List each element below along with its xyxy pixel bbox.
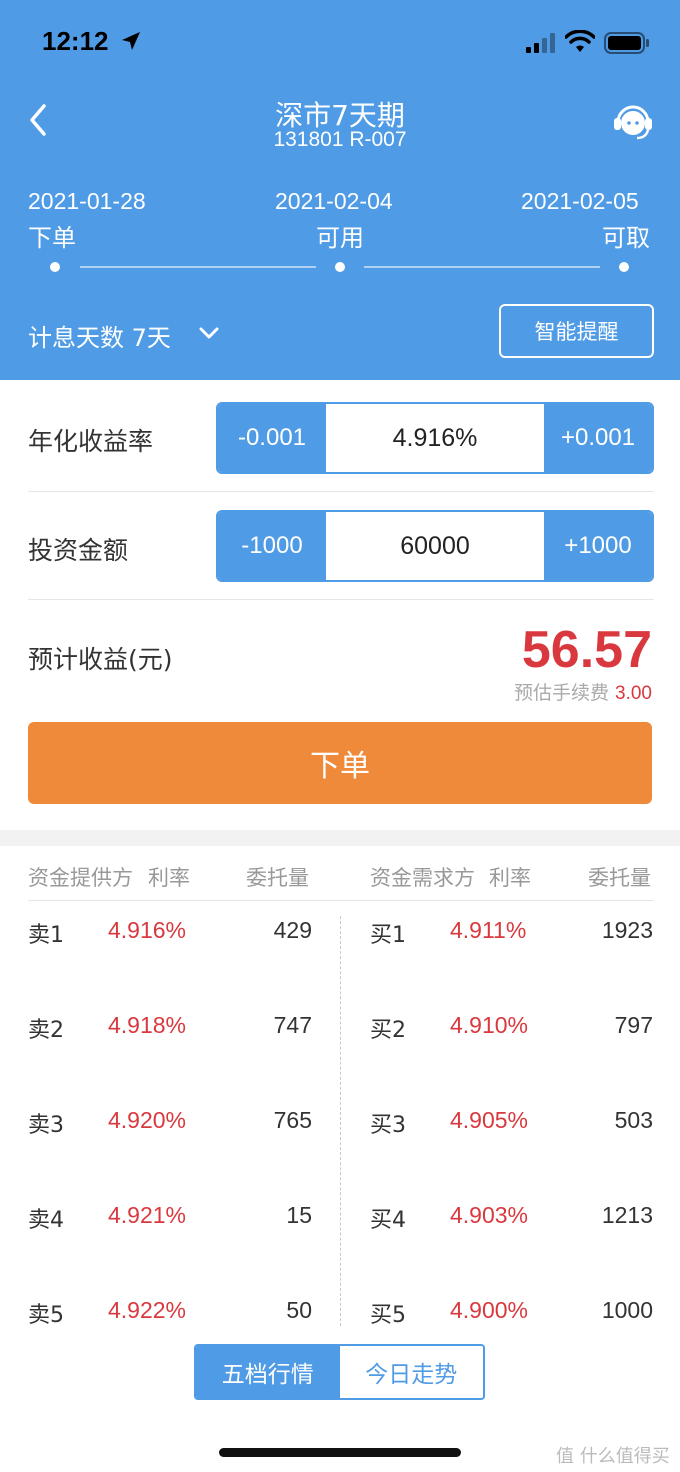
amount-input[interactable]: 60000 xyxy=(326,512,544,580)
status-time: 12:12 xyxy=(42,26,109,56)
smart-reminder-button[interactable]: 智能提醒 xyxy=(499,304,654,358)
sell-rate: 4.916% xyxy=(108,917,187,943)
timeline-date-withdraw: 2021-02-05 xyxy=(521,188,639,214)
sell-rate: 4.921% xyxy=(108,1202,187,1228)
sell-qty: 429 xyxy=(273,917,312,943)
buy-rate: 4.903% xyxy=(450,1202,529,1228)
sell-level-label: 卖5 xyxy=(28,1303,64,1328)
amount-decrease-button[interactable]: -1000 xyxy=(218,512,326,580)
timeline-line xyxy=(80,266,316,268)
battery-icon xyxy=(604,32,649,54)
sell-rate: 4.918% xyxy=(108,1012,187,1038)
amount-increase-button[interactable]: +1000 xyxy=(544,512,652,580)
buy-qty: 797 xyxy=(614,1012,653,1038)
view-switcher: 五档行情 今日走势 xyxy=(194,1344,485,1400)
timeline-dot xyxy=(335,262,345,272)
buy-level-label: 买5 xyxy=(370,1303,406,1328)
sell-level-label: 卖3 xyxy=(28,1113,64,1138)
timeline-date-available: 2021-02-04 xyxy=(275,188,393,214)
book-head-demander-rate: 利率 xyxy=(489,866,531,890)
page-subtitle: 131801 R-007 xyxy=(273,128,407,151)
rate-increase-button[interactable]: +0.001 xyxy=(544,404,652,472)
estimated-fee: 预估手续费 3.00 xyxy=(514,678,652,705)
customer-service-icon[interactable] xyxy=(610,98,656,144)
amount-stepper: -1000 60000 +1000 xyxy=(216,510,654,582)
cellular-signal-icon xyxy=(526,33,555,53)
buy-rate: 4.910% xyxy=(450,1012,529,1038)
expected-profit-value: 56.57 xyxy=(521,621,652,679)
timeline-dot xyxy=(50,262,60,272)
watermark: 值 什么值得买 xyxy=(556,1446,670,1467)
timeline-label-withdraw: 可取 xyxy=(602,224,650,252)
timeline-label-available: 可用 xyxy=(316,224,364,252)
section-separator xyxy=(0,830,680,846)
header: 12:12 深市7天期 131801 R-007 2021-01-28 下单 2… xyxy=(0,0,680,380)
book-head-demander-qty: 委托量 xyxy=(588,866,651,890)
sell-level-label: 卖2 xyxy=(28,1018,64,1043)
book-head-provider-rate: 利率 xyxy=(148,866,190,890)
buy-qty: 1000 xyxy=(601,1297,653,1323)
sell-level-label: 卖4 xyxy=(28,1208,64,1233)
place-order-button[interactable]: 下单 xyxy=(28,722,652,804)
sell-level-label: 卖1 xyxy=(28,923,64,948)
fee-label: 预估手续费 xyxy=(513,682,609,704)
tab-five-levels[interactable]: 五档行情 xyxy=(196,1346,340,1398)
buy-level-label: 买2 xyxy=(370,1018,406,1043)
book-head-provider-qty: 委托量 xyxy=(246,866,309,890)
expected-profit-label: 预计收益(元) xyxy=(28,645,173,674)
timeline-date-order: 2021-01-28 xyxy=(28,188,146,214)
home-indicator[interactable] xyxy=(219,1448,461,1457)
sell-rate: 4.922% xyxy=(108,1297,187,1323)
sell-rate: 4.920% xyxy=(108,1107,187,1133)
timeline-dot xyxy=(619,262,629,272)
buy-qty: 1923 xyxy=(601,917,653,943)
interest-days-selector[interactable]: 计息天数 7天 xyxy=(28,318,171,353)
tab-today-trend[interactable]: 今日走势 xyxy=(339,1346,483,1398)
buy-rate: 4.905% xyxy=(450,1107,529,1133)
sell-qty: 747 xyxy=(273,1012,312,1038)
order-book-separator xyxy=(340,916,341,1326)
buy-qty: 1213 xyxy=(601,1202,653,1228)
fee-value: 3.00 xyxy=(615,683,652,704)
rate-label: 年化收益率 xyxy=(28,427,154,456)
rate-decrease-button[interactable]: -0.001 xyxy=(218,404,326,472)
status-bar: 12:12 xyxy=(0,0,680,88)
book-head-demander: 资金需求方 xyxy=(370,866,475,890)
rate-input[interactable]: 4.916% xyxy=(326,404,544,472)
divider xyxy=(28,599,654,600)
buy-level-label: 买4 xyxy=(370,1208,406,1233)
divider xyxy=(28,900,654,901)
location-arrow-icon xyxy=(122,32,140,50)
sell-qty: 15 xyxy=(286,1202,312,1228)
timeline-line xyxy=(364,266,600,268)
amount-label: 投资金额 xyxy=(28,536,129,565)
chevron-down-icon[interactable] xyxy=(198,322,220,344)
buy-qty: 503 xyxy=(614,1107,653,1133)
book-head-provider: 资金提供方 xyxy=(28,866,133,890)
wifi-icon xyxy=(565,30,595,52)
buy-level-label: 买1 xyxy=(370,923,406,948)
divider xyxy=(28,491,654,492)
rate-stepper: -0.001 4.916% +0.001 xyxy=(216,402,654,474)
timeline-label-order: 下单 xyxy=(28,224,76,252)
buy-rate: 4.900% xyxy=(450,1297,529,1323)
sell-qty: 765 xyxy=(273,1107,312,1133)
buy-rate: 4.911% xyxy=(450,917,527,943)
buy-level-label: 买3 xyxy=(370,1113,406,1138)
sell-qty: 50 xyxy=(286,1297,312,1323)
